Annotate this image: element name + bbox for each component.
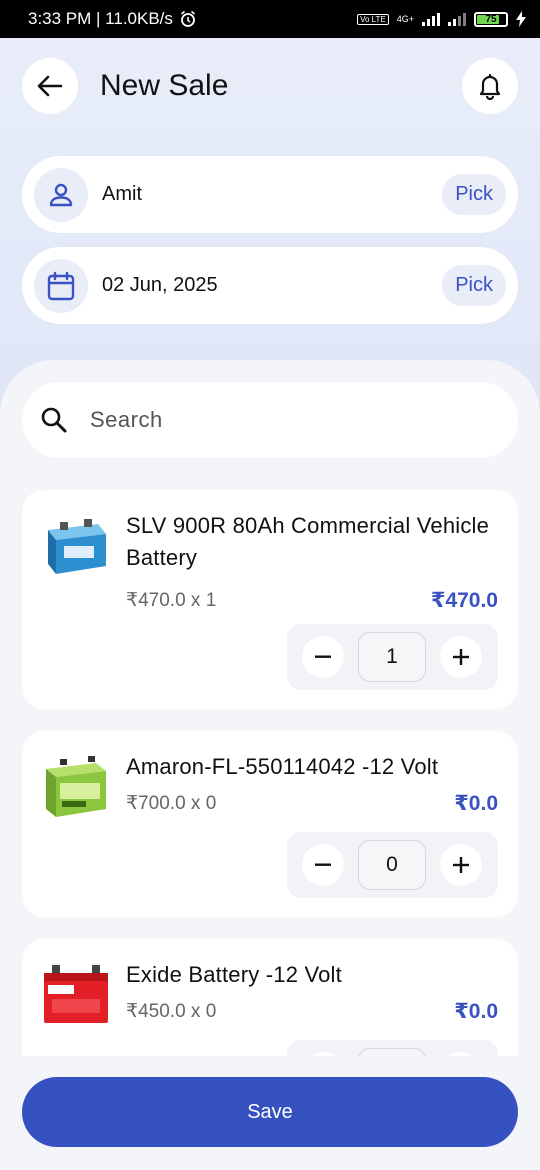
notifications-button[interactable] (462, 58, 518, 114)
product-card: Amaron-FL-550114042 -12 Volt ₹700.0 x 0 … (22, 731, 518, 917)
product-name: Exide Battery -12 Volt (126, 962, 342, 987)
network-type: 4G+ (396, 14, 414, 24)
quantity-stepper: 1 (287, 624, 498, 690)
increment-button[interactable] (440, 844, 482, 886)
increment-button[interactable] (440, 636, 482, 678)
save-bar: Save (0, 1056, 540, 1170)
battery-product-image (46, 756, 106, 817)
product-name: Amaron-FL-550114042 -12 Volt (126, 754, 439, 779)
quantity-stepper: 0 (287, 832, 498, 898)
back-button[interactable] (22, 58, 78, 114)
status-bar: 3:33 PM | 11.0KB/s Vo LTE 4G+ 75 (0, 0, 540, 38)
signal-icon (422, 12, 440, 26)
search-icon (41, 407, 67, 433)
save-button[interactable]: Save (22, 1077, 518, 1147)
customer-picker[interactable]: Amit Pick (22, 156, 518, 233)
calendar-icon-wrap (34, 258, 88, 313)
product-card: SLV 900R 80Ah Commercial Vehicle Battery… (22, 490, 518, 709)
customer-name: Amit (102, 183, 142, 205)
minus-icon (315, 863, 331, 866)
decrement-button[interactable] (302, 636, 344, 678)
bell-icon (479, 73, 501, 100)
quantity-field[interactable]: 1 (358, 632, 426, 682)
status-time: 3:33 PM | 11.0KB/s (28, 9, 173, 28)
calendar-icon (47, 271, 75, 300)
battery-icon: 75 (474, 11, 508, 27)
product-unit-price: ₹470.0 x 1 (126, 590, 217, 611)
search-bar[interactable] (22, 382, 518, 458)
product-list: SLV 900R 80Ah Commercial Vehicle Battery… (22, 490, 518, 1057)
products-panel: SLV 900R 80Ah Commercial Vehicle Battery… (0, 360, 540, 1170)
signal-2-icon (448, 12, 466, 26)
volte-icon: Vo LTE (357, 13, 389, 25)
sale-date: 02 Jun, 2025 (102, 274, 218, 296)
product-total: ₹470.0 (430, 589, 498, 612)
battery-product-image (48, 519, 106, 574)
pick-date-button[interactable]: Pick (442, 265, 506, 306)
decrement-button[interactable] (302, 844, 344, 886)
plus-icon (453, 857, 469, 873)
header: New Sale (22, 58, 518, 114)
pick-customer-button[interactable]: Pick (442, 174, 506, 215)
search-input[interactable] (90, 407, 470, 433)
battery-product-image (44, 965, 108, 1023)
person-icon-wrap (34, 167, 88, 222)
product-unit-price: ₹450.0 x 0 (126, 1001, 217, 1022)
product-total: ₹0.0 (454, 792, 498, 815)
product-name: SLV 900R 80Ah Commercial Vehicle Battery (126, 513, 490, 570)
page-title: New Sale (100, 69, 229, 102)
person-icon (49, 183, 73, 206)
product-unit-price: ₹700.0 x 0 (126, 793, 217, 814)
minus-icon (315, 655, 331, 658)
plus-icon (453, 649, 469, 665)
date-picker[interactable]: 02 Jun, 2025 Pick (22, 247, 518, 324)
charging-icon (516, 11, 526, 27)
quantity-field[interactable]: 0 (358, 840, 426, 890)
alarm-icon (180, 10, 195, 27)
product-card: Exide Battery -12 Volt ₹450.0 x 0 ₹0.0 0 (22, 939, 518, 1057)
product-total: ₹0.0 (454, 1000, 498, 1023)
arrow-left-icon (37, 75, 63, 97)
quantity-stepper: 0 (287, 1040, 498, 1057)
